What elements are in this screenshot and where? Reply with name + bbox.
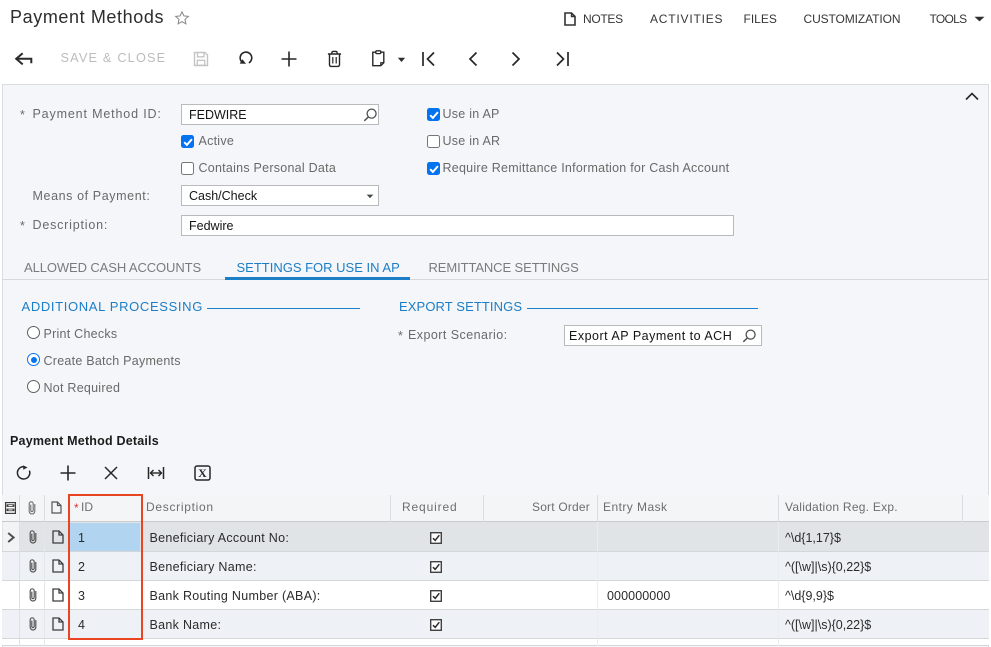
svg-text:X: X <box>198 466 207 480</box>
